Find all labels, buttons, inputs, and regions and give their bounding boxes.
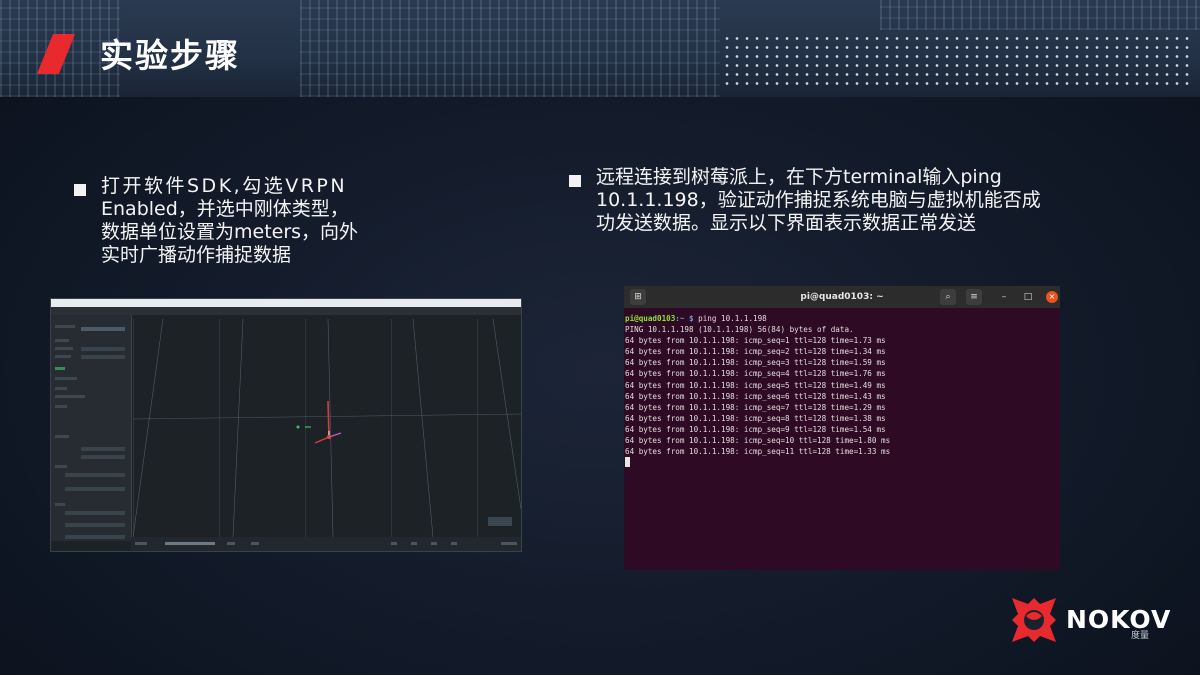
close-icon[interactable]: × [1046, 291, 1058, 303]
nokov-logo-icon [1012, 598, 1056, 642]
terminal-line: 64 bytes from 10.1.1.198: icmp_seq=11 tt… [625, 447, 891, 457]
terminal-prompt-line: pi@quad0103:~ $ ping 10.1.1.198 [625, 313, 1056, 324]
dot-grid-decoration [722, 34, 1190, 89]
bullet-line: 功发送数据。显示以下界面表示数据正常发送 [596, 212, 977, 234]
bullet-left: 打开软件SDK,勾选VRPN Enabled，并选中刚体类型， 数据单位设置为m… [74, 175, 434, 267]
terminal-titlebar: ⊞ pi@quad0103: ~ ⌕ ≡ – □ × [624, 286, 1060, 308]
terminal-output[interactable]: pi@quad0103:~ $ ping 10.1.1.198 PING 10.1… [625, 313, 1056, 468]
terminal-line: PING 10.1.1.198 (10.1.1.198) 56(84) byte… [625, 325, 854, 335]
app-toolbar [51, 307, 521, 315]
app-settings-panel [51, 315, 132, 541]
terminal-command: ping 10.1.1.198 [698, 314, 767, 323]
bullet-line: 打开软件SDK,勾选VRPN [101, 175, 348, 197]
bullet-line: Enabled，并选中刚体类型， [101, 198, 349, 220]
bullet-square-icon [74, 184, 86, 196]
viewport-scene [133, 319, 521, 537]
bullet-line: 数据单位设置为meters，向外 [101, 221, 359, 243]
bullet-right: 远程连接到树莓派上，在下方terminal输入ping 10.1.1.198，验… [569, 166, 1139, 235]
app-titlebar [51, 299, 521, 307]
3d-viewport[interactable] [133, 319, 521, 537]
terminal-line: 64 bytes from 10.1.1.198: icmp_seq=5 ttl… [625, 380, 886, 390]
nokov-logo: NOKOV 度量 [1008, 594, 1171, 646]
terminal-line: 64 bytes from 10.1.1.198: icmp_seq=2 ttl… [625, 347, 886, 357]
terminal-line: 64 bytes from 10.1.1.198: icmp_seq=10 tt… [625, 436, 891, 446]
prompt-user: pi@quad0103 [625, 314, 676, 323]
bullet-line: 实时广播动作捕捉数据 [101, 244, 292, 266]
terminal-window: ⊞ pi@quad0103: ~ ⌕ ≡ – □ × pi@quad0103:~… [624, 286, 1060, 570]
terminal-title: pi@quad0103: ~ [800, 292, 884, 302]
software-screenshot [50, 298, 522, 552]
minimize-icon[interactable]: – [998, 291, 1010, 303]
search-icon[interactable]: ⌕ [940, 289, 956, 305]
terminal-line: 64 bytes from 10.1.1.198: icmp_seq=3 ttl… [625, 358, 886, 368]
bullet-square-icon [569, 175, 581, 187]
logo-subtitle: 度量 [1131, 631, 1150, 641]
maximize-icon[interactable]: □ [1022, 291, 1034, 303]
terminal-line: 64 bytes from 10.1.1.198: icmp_seq=7 ttl… [625, 402, 886, 412]
header-band: 实验步骤 [0, 0, 1200, 97]
terminal-cursor-line [625, 457, 1056, 468]
app-statusbar [131, 537, 521, 551]
prompt-path: :~ $ [675, 314, 699, 323]
terminal-line: 64 bytes from 10.1.1.198: icmp_seq=1 ttl… [625, 336, 886, 346]
hamburger-menu-icon[interactable]: ≡ [966, 289, 982, 305]
circuit-decoration [300, 0, 720, 97]
bullet-line: 10.1.1.198，验证动作捕捉系统电脑与虚拟机能否成 [596, 189, 1041, 211]
bullet-line: 远程连接到树莓派上，在下方terminal输入ping [596, 166, 1002, 188]
terminal-line: 64 bytes from 10.1.1.198: icmp_seq=4 ttl… [625, 369, 886, 379]
terminal-line: 64 bytes from 10.1.1.198: icmp_seq=8 ttl… [625, 413, 886, 423]
terminal-line: 64 bytes from 10.1.1.198: icmp_seq=9 ttl… [625, 424, 886, 434]
terminal-cursor [625, 457, 630, 468]
circuit-decoration [880, 0, 1200, 30]
bullet-text: 打开软件SDK,勾选VRPN Enabled，并选中刚体类型， 数据单位设置为m… [101, 175, 358, 267]
terminal-line: 64 bytes from 10.1.1.198: icmp_seq=6 ttl… [625, 391, 886, 401]
bullet-text: 远程连接到树莓派上，在下方terminal输入ping 10.1.1.198，验… [596, 166, 1041, 235]
page-title: 实验步骤 [100, 36, 240, 75]
logo-name: NOKOV [1066, 605, 1172, 634]
